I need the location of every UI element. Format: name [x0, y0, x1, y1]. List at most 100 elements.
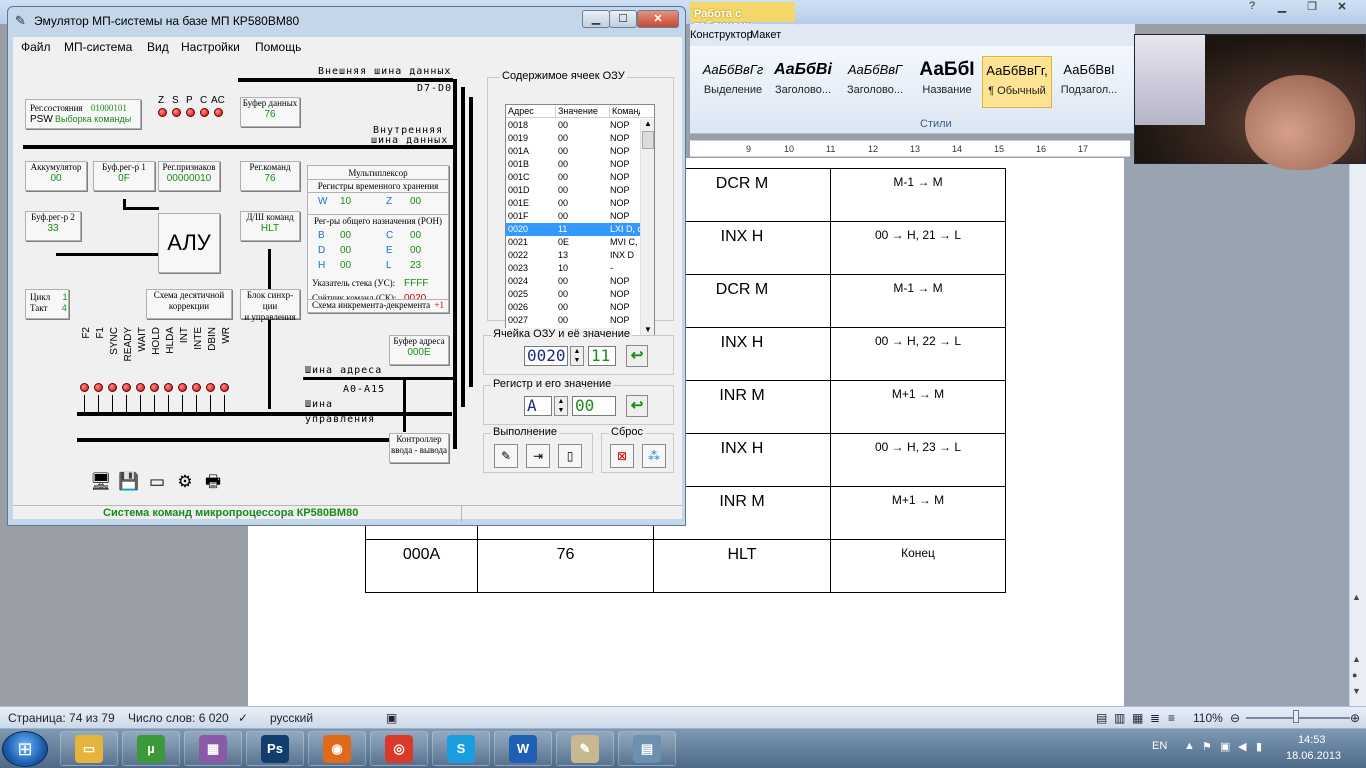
browse-object-icon[interactable]: ● [1352, 670, 1357, 680]
full-screen-icon[interactable]: ▥ [1114, 711, 1125, 725]
network-device-icon[interactable]: ⚙ [173, 470, 197, 494]
taskbar-word[interactable]: W [494, 731, 552, 766]
command-decoder[interactable]: Д/Ш команд HLT [240, 211, 300, 241]
sync-control-block[interactable]: Блок синхр-ции и управления [240, 289, 300, 322]
table-cell[interactable]: 76 [477, 539, 654, 593]
taskbar-skype[interactable]: S [432, 731, 490, 766]
taskbar-media[interactable]: ▦ [184, 731, 242, 766]
command-register[interactable]: Рег.команд 76 [240, 161, 300, 191]
step-into-icon[interactable]: ⇥ [526, 444, 550, 468]
io-controller[interactable]: Контроллер ввода - вывода [389, 433, 449, 463]
scroll-up-icon[interactable]: ▲ [644, 119, 652, 128]
restore-icon[interactable]: ❐ [1298, 0, 1326, 18]
table-cell[interactable]: HLT [653, 539, 831, 593]
memory-row[interactable]: 001F 00 NOP [506, 210, 654, 223]
table-cell[interactable]: 00 → H, 22 → L [830, 327, 1006, 381]
macro-icon[interactable]: ▣ [386, 711, 397, 725]
prev-page-icon[interactable]: ▲ [1352, 654, 1361, 664]
alu-block[interactable]: АЛУ [158, 213, 220, 273]
apply-cell-button[interactable]: ↩ [626, 345, 648, 367]
emu-close-button[interactable]: ✕ [637, 10, 679, 28]
table-cell[interactable]: Конец [830, 539, 1006, 593]
draft-icon[interactable]: ≡ [1168, 711, 1175, 725]
col-address[interactable]: Адрес [508, 106, 556, 118]
memory-row[interactable]: 001B 00 NOP [506, 158, 654, 171]
battery-icon[interactable]: ▮ [1256, 740, 1262, 753]
flag-register[interactable]: Рег.признаков 00000010 [158, 161, 220, 191]
taskbar-utorrent[interactable]: µ [122, 731, 180, 766]
hl-register-row[interactable]: H 00 L 23 [318, 260, 438, 274]
memory-table[interactable]: Адрес Значение Команда 0018 00 NOP 0019 00 NO… [505, 104, 655, 336]
bcd-correction[interactable]: Схема десятичной коррекции [146, 289, 232, 319]
emu-minimize-button[interactable]: ▁ [582, 10, 610, 28]
memory-scrollbar[interactable]: ▲ ▼ [640, 119, 654, 335]
document-scrollbar[interactable]: ▲ ▲ ● ▼ [1349, 158, 1366, 706]
memory-row[interactable]: 0027 00 NOP [506, 314, 654, 327]
address-buffer[interactable]: Буфер адреса 000E [389, 335, 449, 365]
col-value[interactable]: Значение [558, 106, 610, 118]
disk-drive-icon[interactable]: 💾 [117, 470, 141, 494]
style-heading1[interactable]: АаБбВі Заголово... [768, 56, 838, 108]
clock-time[interactable]: 14:53 [1298, 734, 1326, 746]
table-cell[interactable]: 000A [365, 539, 478, 593]
reset-registers-icon[interactable]: ⁂ [642, 444, 666, 468]
menu-view[interactable]: Вид [147, 40, 169, 54]
ram-address-field[interactable]: 0020 [524, 346, 568, 366]
style-heading2[interactable]: АаБбВвГ Заголово... [840, 56, 910, 108]
emu-maximize-button[interactable]: ☐ [609, 10, 637, 28]
zoom-out-icon[interactable]: ⊖ [1230, 711, 1240, 725]
apply-register-button[interactable]: ↩ [626, 395, 648, 417]
table-cell[interactable]: 00 → H, 23 → L [830, 433, 1006, 487]
accumulator[interactable]: Аккумулятор 00 [25, 161, 87, 191]
taskbar-calculator[interactable]: ▤ [618, 731, 676, 766]
menu-settings[interactable]: Настройки [181, 40, 240, 54]
network-icon[interactable]: ▣ [1220, 740, 1230, 753]
scroll-up-icon[interactable]: ▲ [1352, 592, 1361, 602]
memory-row[interactable]: 0018 00 NOP [506, 119, 654, 132]
memory-row[interactable]: 0023 10 - [506, 262, 654, 275]
table-cell[interactable]: 00 → H, 21 → L [830, 221, 1006, 275]
language-indicator[interactable]: EN [1152, 740, 1167, 752]
style-emphasis[interactable]: АаБбВвГг Выделение [698, 56, 768, 108]
psw-register[interactable]: Рег.состояния 01000101 PSW Выборка коман… [25, 99, 141, 129]
memory-row[interactable]: 0021 0E MVI C, d8 [506, 236, 654, 249]
table-cell[interactable]: M-1 → M [830, 274, 1006, 328]
register-value-field[interactable]: 00 [572, 396, 616, 416]
de-register-row[interactable]: D 00 E 00 [318, 245, 438, 259]
memory-row[interactable]: 0024 00 NOP [506, 275, 654, 288]
clock-date[interactable]: 18.06.2013 [1286, 750, 1341, 762]
menu-help[interactable]: Помощь [255, 40, 301, 54]
col-command[interactable]: Команда [612, 106, 640, 118]
language[interactable]: русский [270, 711, 313, 725]
style-normal[interactable]: АаБбВвГг, ¶ Обычный [982, 56, 1052, 108]
style-subtitle[interactable]: АаБбВвІ Подзагол... [1054, 56, 1124, 108]
table-tools-tab[interactable]: Работа с таблицами [690, 2, 795, 32]
memory-row[interactable]: 001C 00 NOP [506, 171, 654, 184]
taskbar-explorer[interactable]: ▭ [60, 731, 118, 766]
spellcheck-icon[interactable]: ✓ [238, 711, 248, 725]
web-layout-icon[interactable]: ▦ [1132, 711, 1143, 725]
buffer-register-2[interactable]: Буф.рег-р 2 33 [25, 211, 81, 241]
table-row[interactable]: 000A 76 HLT Конец [365, 539, 1006, 593]
memory-row[interactable]: 001E 00 NOP [506, 197, 654, 210]
table-cell[interactable]: M+1 → M [830, 380, 1006, 434]
tab-design[interactable]: Конструктор [690, 29, 753, 41]
taskbar-chrome[interactable]: ◎ [370, 731, 428, 766]
memory-row[interactable]: 001D 00 NOP [506, 184, 654, 197]
close-icon[interactable]: ✕ [1328, 0, 1356, 18]
memory-row[interactable]: 001A 00 NOP [506, 145, 654, 158]
table-cell[interactable]: M-1 → M [830, 168, 1006, 222]
memory-row[interactable]: 0019 00 NOP [506, 132, 654, 145]
taskbar-kr580[interactable]: ✎ [556, 731, 614, 766]
run-step-icon[interactable]: ✎ [494, 444, 518, 468]
ram-value-field[interactable]: 11 [588, 346, 616, 366]
taskbar-firefox[interactable]: ◉ [308, 731, 366, 766]
minimize-icon[interactable]: ▁ [1268, 0, 1296, 18]
taskbar-photoshop[interactable]: Ps [246, 731, 304, 766]
reset-memory-icon[interactable]: ⊠ [610, 444, 634, 468]
help-icon[interactable]: ? [1238, 0, 1266, 18]
print-layout-icon[interactable]: ▤ [1096, 711, 1107, 725]
volume-icon[interactable]: ◀ [1238, 740, 1246, 753]
memory-row[interactable]: 0025 00 NOP [506, 288, 654, 301]
style-title[interactable]: АаБбІ Название [912, 56, 982, 108]
